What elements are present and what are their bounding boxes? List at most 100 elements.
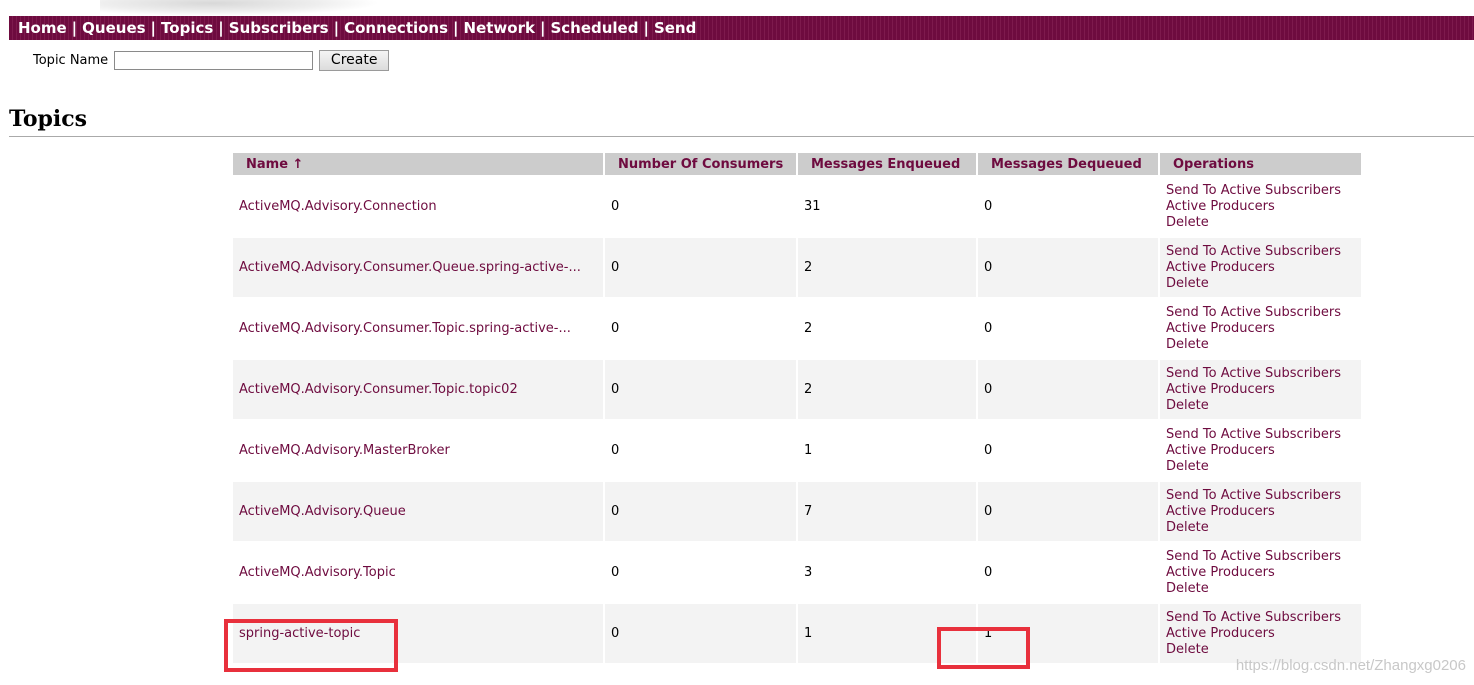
dequeued-count-cell: 0 <box>978 482 1158 541</box>
nav-scheduled[interactable]: Scheduled <box>550 19 638 37</box>
enqueued-count-cell: 3 <box>798 543 976 602</box>
send-to-active-subscribers-link[interactable]: Send To Active Subscribers <box>1166 244 1361 260</box>
send-to-active-subscribers-link[interactable]: Send To Active Subscribers <box>1166 610 1361 626</box>
create-topic-form: Topic Name Create <box>33 48 390 72</box>
send-to-active-subscribers-link[interactable]: Send To Active Subscribers <box>1166 366 1361 382</box>
delete-link[interactable]: Delete <box>1166 215 1361 231</box>
nav-send[interactable]: Send <box>654 19 696 37</box>
sort-by-name-link[interactable]: Name ↑ <box>246 157 303 172</box>
table-row: ActiveMQ.Advisory.Connection 0 31 0 Send To … <box>233 177 1361 236</box>
header-decoration <box>100 0 380 16</box>
nav-separator: | <box>218 19 224 37</box>
enqueued-count-cell: 2 <box>798 238 976 297</box>
active-producers-link[interactable]: Active Producers <box>1166 565 1361 581</box>
enqueued-count-cell: 2 <box>798 360 976 419</box>
nav-separator: | <box>71 19 78 37</box>
table-header-row: Name ↑ Number Of Consumers Messages Enqu… <box>233 153 1361 175</box>
topic-name-cell: ActiveMQ.Advisory.Topic <box>233 543 603 602</box>
operations-cell: Send To Active Subscribers Active Produce… <box>1160 299 1361 358</box>
enqueued-count-cell: 31 <box>798 177 976 236</box>
operations-cell: Send To Active Subscribers Active Produce… <box>1160 604 1361 663</box>
header-name[interactable]: Name ↑ <box>233 153 603 175</box>
nav-separator: | <box>643 19 649 37</box>
active-producers-link[interactable]: Active Producers <box>1166 199 1361 215</box>
delete-link[interactable]: Delete <box>1166 398 1361 414</box>
table-row: ActiveMQ.Advisory.Topic 0 3 0 Send To Active… <box>233 543 1361 602</box>
active-producers-link[interactable]: Active Producers <box>1166 443 1361 459</box>
topic-name-input[interactable] <box>114 50 314 70</box>
send-to-active-subscribers-link[interactable]: Send To Active Subscribers <box>1166 305 1361 321</box>
active-producers-link[interactable]: Active Producers <box>1166 504 1361 520</box>
consumer-count-cell: 0 <box>605 238 796 297</box>
send-to-active-subscribers-link[interactable]: Send To Active Subscribers <box>1166 549 1361 565</box>
topic-name-cell: ActiveMQ.Advisory.Consumer.Topic.spring-… <box>233 299 603 358</box>
enqueued-count-cell: 7 <box>798 482 976 541</box>
dequeued-count-cell: 0 <box>978 543 1158 602</box>
operations-cell: Send To Active Subscribers Active Produce… <box>1160 421 1361 480</box>
nav-separator: | <box>150 19 157 37</box>
create-button[interactable]: Create <box>319 49 390 71</box>
table-row: ActiveMQ.Advisory.Consumer.Queue.spring-… <box>233 238 1361 297</box>
topic-name-link[interactable]: ActiveMQ.Advisory.Consumer.Topic.spring-… <box>239 321 571 336</box>
topic-name-cell: spring-active-topic <box>233 604 603 663</box>
active-producers-link[interactable]: Active Producers <box>1166 382 1361 398</box>
topic-name-link[interactable]: ActiveMQ.Advisory.Consumer.Queue.spring-… <box>239 260 581 275</box>
delete-link[interactable]: Delete <box>1166 459 1361 475</box>
consumer-count-cell: 0 <box>605 299 796 358</box>
send-to-active-subscribers-link[interactable]: Send To Active Subscribers <box>1166 183 1361 199</box>
operations-cell: Send To Active Subscribers Active Produce… <box>1160 482 1361 541</box>
consumer-count-cell: 0 <box>605 421 796 480</box>
nav-separator: | <box>333 19 340 37</box>
topic-name-cell: ActiveMQ.Advisory.Connection <box>233 177 603 236</box>
title-divider <box>9 136 1474 137</box>
nav-home[interactable]: Home <box>18 19 67 37</box>
nav-separator: | <box>453 19 459 37</box>
consumer-count-cell: 0 <box>605 604 796 663</box>
enqueued-count-cell: 1 <box>798 421 976 480</box>
nav-queues[interactable]: Queues <box>82 19 145 37</box>
delete-link[interactable]: Delete <box>1166 642 1361 658</box>
consumer-count-cell: 0 <box>605 360 796 419</box>
delete-link[interactable]: Delete <box>1166 276 1361 292</box>
dequeued-count-cell: 0 <box>978 360 1158 419</box>
table-row: ActiveMQ.Advisory.Queue 0 7 0 Send To Active… <box>233 482 1361 541</box>
header-dequeued: Messages Dequeued <box>978 153 1158 175</box>
enqueued-count-cell: 1 <box>798 604 976 663</box>
send-to-active-subscribers-link[interactable]: Send To Active Subscribers <box>1166 427 1361 443</box>
dequeued-count-cell: 0 <box>978 177 1158 236</box>
topic-name-link[interactable]: spring-active-topic <box>239 626 360 641</box>
topic-name-link[interactable]: ActiveMQ.Advisory.MasterBroker <box>239 443 450 458</box>
topic-name-link[interactable]: ActiveMQ.Advisory.Queue <box>239 504 406 519</box>
topic-name-cell: ActiveMQ.Advisory.Consumer.Queue.spring-… <box>233 238 603 297</box>
send-to-active-subscribers-link[interactable]: Send To Active Subscribers <box>1166 488 1361 504</box>
active-producers-link[interactable]: Active Producers <box>1166 260 1361 276</box>
table-row: ActiveMQ.Advisory.Consumer.Topic.spring-… <box>233 299 1361 358</box>
delete-link[interactable]: Delete <box>1166 581 1361 597</box>
nav-network[interactable]: Network <box>464 19 535 37</box>
topic-name-link[interactable]: ActiveMQ.Advisory.Topic <box>239 565 396 580</box>
header-enqueued: Messages Enqueued <box>798 153 976 175</box>
table-row: ActiveMQ.Advisory.MasterBroker 0 1 0 Send To… <box>233 421 1361 480</box>
delete-link[interactable]: Delete <box>1166 337 1361 353</box>
dequeued-count-cell: 0 <box>978 238 1158 297</box>
topic-name-link[interactable]: ActiveMQ.Advisory.Connection <box>239 199 437 214</box>
header-operations: Operations <box>1160 153 1361 175</box>
topics-table-body: ActiveMQ.Advisory.Connection 0 31 0 Send To … <box>233 177 1361 663</box>
dequeued-count-cell: 0 <box>978 421 1158 480</box>
topic-name-cell: ActiveMQ.Advisory.MasterBroker <box>233 421 603 480</box>
header-consumers: Number Of Consumers <box>605 153 796 175</box>
topic-name-cell: ActiveMQ.Advisory.Consumer.Topic.topic02 <box>233 360 603 419</box>
topic-name-link[interactable]: ActiveMQ.Advisory.Consumer.Topic.topic02 <box>239 382 518 397</box>
consumer-count-cell: 0 <box>605 543 796 602</box>
active-producers-link[interactable]: Active Producers <box>1166 321 1361 337</box>
dequeued-count-cell: 0 <box>978 299 1158 358</box>
main-navbar: Home | Queues | Topics | Subscribers | Connectio… <box>9 16 1474 40</box>
nav-topics[interactable]: Topics <box>161 19 213 37</box>
nav-connections[interactable]: Connections <box>344 19 448 37</box>
consumer-count-cell: 0 <box>605 177 796 236</box>
active-producers-link[interactable]: Active Producers <box>1166 626 1361 642</box>
topic-name-cell: ActiveMQ.Advisory.Queue <box>233 482 603 541</box>
nav-subscribers[interactable]: Subscribers <box>229 19 329 37</box>
delete-link[interactable]: Delete <box>1166 520 1361 536</box>
page-title: Topics <box>9 106 88 132</box>
